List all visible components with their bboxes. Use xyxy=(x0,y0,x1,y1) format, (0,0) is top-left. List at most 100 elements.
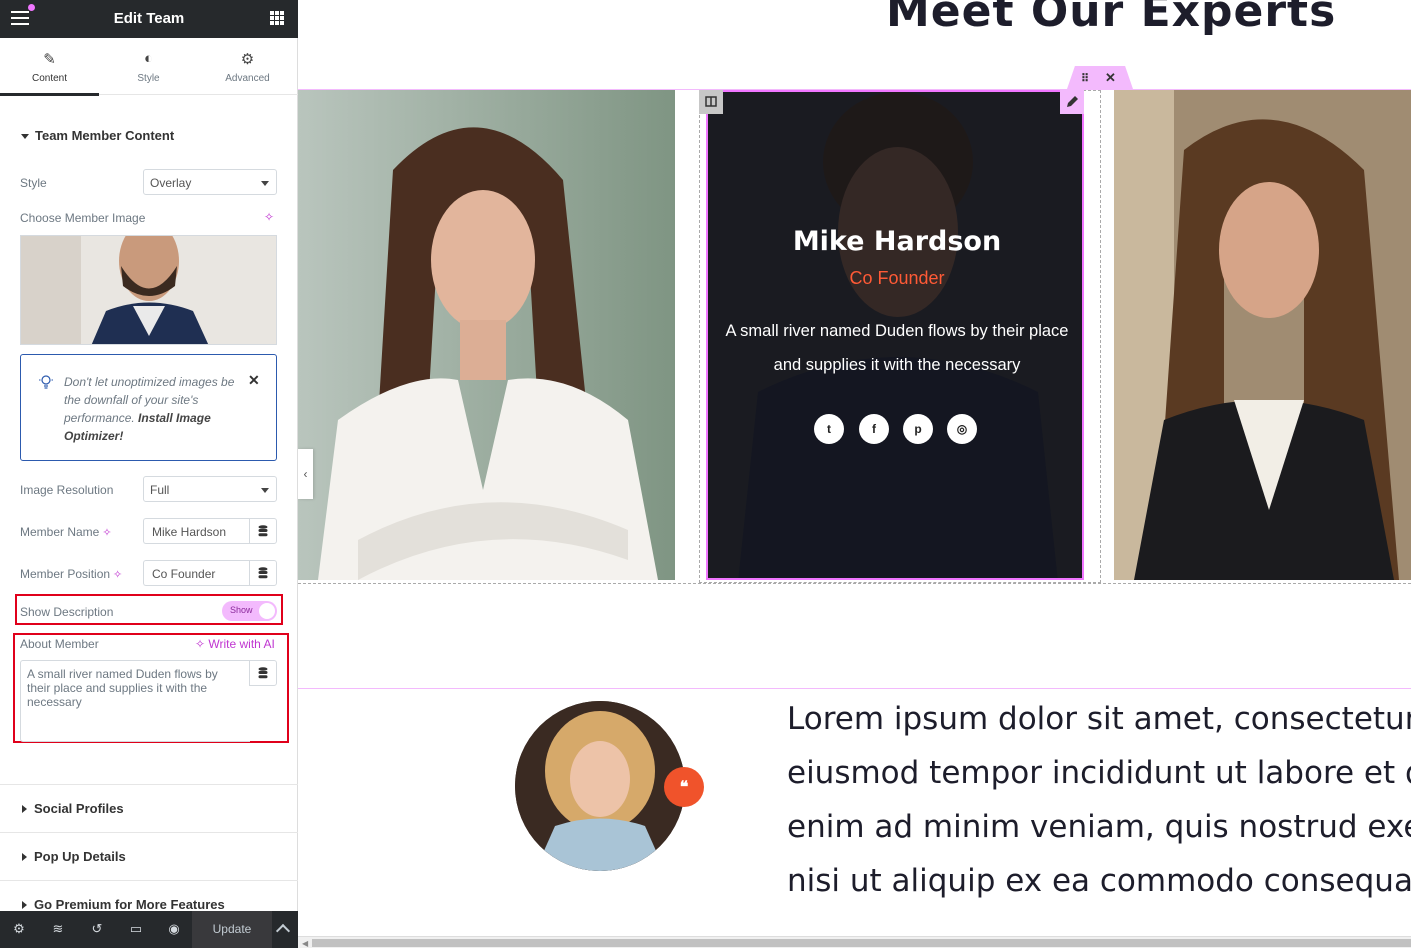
testimonial-line: eiusmod tempor incididunt ut labore et d… xyxy=(787,755,1411,791)
member-position-label-text: Member Position xyxy=(20,567,111,581)
resolution-select-value: Full xyxy=(150,483,170,497)
dynamic-tags-button[interactable] xyxy=(249,560,277,586)
section-title: Social Profiles xyxy=(34,801,124,816)
resolution-select[interactable]: Full xyxy=(143,476,277,502)
panel-tabs: ✎ Content ◐ Style ⚙ Advanced xyxy=(0,38,298,96)
section-toolbar[interactable]: ⠿ ✕ xyxy=(1067,66,1133,89)
lightbulb-icon xyxy=(39,375,53,389)
testimonial-line: nisi ut aliquip ex ea commodo consequat. xyxy=(787,863,1411,899)
blonde-woman-photo xyxy=(515,701,685,871)
write-with-ai-button[interactable]: ✧ Write with AI xyxy=(195,637,275,651)
tab-content-label: Content xyxy=(31,73,68,84)
section-title: Pop Up Details xyxy=(34,849,126,864)
toggle-knob xyxy=(259,603,275,619)
image-optimizer-notice: Don't let unoptimized images be the down… xyxy=(20,354,277,461)
close-icon[interactable]: ✕ xyxy=(1105,70,1116,86)
panel-header: Edit Team xyxy=(0,0,298,38)
show-description-label: Show Description xyxy=(20,605,114,619)
woman-dark-blazer-photo xyxy=(1114,90,1411,580)
chevron-up-icon[interactable] xyxy=(275,923,291,939)
member-position-input[interactable]: Co Founder xyxy=(143,560,250,586)
section-pop-up-details[interactable]: Pop Up Details xyxy=(0,849,298,864)
widgets-grid-icon[interactable] xyxy=(270,11,284,25)
divider xyxy=(0,784,298,785)
member-name-label: Member Name ✧ xyxy=(20,525,112,539)
column-layout-icon xyxy=(705,96,717,107)
member-portrait-thumbnail xyxy=(21,236,276,344)
section-title: Team Member Content xyxy=(35,128,175,143)
quote-icon: ❝ xyxy=(664,767,704,807)
close-icon[interactable]: ✕ xyxy=(248,372,260,389)
team-member-card-featured[interactable]: Mike Hardson Co Founder A small river na… xyxy=(706,90,1084,580)
toggle-state-label: Show xyxy=(230,605,253,615)
social-links: t f p ◎ xyxy=(814,414,984,444)
style-select-value: Overlay xyxy=(150,176,192,190)
style-select[interactable]: Overlay xyxy=(143,169,277,195)
settings-icon[interactable]: ⚙ xyxy=(11,921,27,937)
dynamic-tags-button[interactable] xyxy=(249,660,277,686)
member-image-preview[interactable] xyxy=(20,235,277,345)
section-heading: Meet Our Experts xyxy=(886,0,1337,37)
ai-sparkle-icon[interactable]: ✧ xyxy=(102,527,111,539)
section-team-member-content[interactable]: Team Member Content xyxy=(0,128,298,143)
column-handle[interactable] xyxy=(699,90,723,114)
scrollbar-thumb[interactable] xyxy=(312,939,1411,947)
tab-advanced[interactable]: ⚙ Advanced xyxy=(198,38,297,95)
style-label: Style xyxy=(20,176,47,190)
ai-sparkle-icon[interactable]: ✧ xyxy=(113,569,122,581)
layers-icon[interactable]: ≋ xyxy=(50,921,66,937)
editor-panel: Edit Team ✎ Content ◐ Style ⚙ Advanced T… xyxy=(0,0,298,948)
ai-sparkle-icon: ✧ xyxy=(195,637,209,651)
tab-content[interactable]: ✎ Content xyxy=(0,38,99,96)
image-label: Choose Member Image xyxy=(20,211,145,225)
team-member-card-right[interactable] xyxy=(1114,90,1411,580)
testimonial-avatar xyxy=(515,701,685,871)
collapse-panel-handle[interactable]: ‹ xyxy=(298,449,313,499)
chevron-down-icon xyxy=(261,488,269,493)
gear-icon: ⚙ xyxy=(240,51,255,68)
notice-text: Don't let unoptimized images be the down… xyxy=(64,373,244,445)
about-member-textarea[interactable]: A small river named Duden flows by their… xyxy=(20,660,250,742)
section-social-profiles[interactable]: Social Profiles xyxy=(0,801,298,816)
pinterest-icon[interactable]: p xyxy=(903,414,933,444)
scroll-left-arrow-icon[interactable]: ◀ xyxy=(302,939,308,948)
half-circle-icon: ◐ xyxy=(143,50,154,67)
database-icon xyxy=(258,667,268,679)
caret-right-icon xyxy=(22,853,27,862)
twitter-icon[interactable]: t xyxy=(814,414,844,444)
preview-eye-icon[interactable]: ◉ xyxy=(166,921,182,937)
testimonial-text: Lorem ipsum dolor sit amet, consectetur … xyxy=(787,692,1411,908)
tab-style[interactable]: ◐ Style xyxy=(99,38,198,95)
section-go-premium[interactable]: Go Premium for More Features xyxy=(0,897,298,912)
member-name-label-text: Member Name xyxy=(20,525,100,539)
edit-widget-handle[interactable] xyxy=(1060,90,1084,114)
responsive-icon[interactable]: ▭ xyxy=(128,921,144,937)
database-icon xyxy=(258,567,268,579)
about-member-label: About Member xyxy=(20,637,99,651)
divider xyxy=(0,832,298,833)
instagram-icon[interactable]: ◎ xyxy=(947,414,977,444)
tab-style-label: Style xyxy=(137,73,160,84)
panel-footer: ⚙ ≋ ↺ ▭ ◉ Update xyxy=(0,911,298,948)
caret-right-icon xyxy=(22,805,27,814)
ai-sparkle-icon[interactable]: ✧ xyxy=(264,210,274,224)
dynamic-tags-button[interactable] xyxy=(249,518,277,544)
horizontal-scrollbar[interactable]: ◀ xyxy=(298,936,1411,948)
team-member-card-left[interactable] xyxy=(298,90,675,580)
resolution-label: Image Resolution xyxy=(20,483,114,497)
database-icon xyxy=(258,525,268,537)
section-outline xyxy=(298,688,1411,689)
show-description-toggle[interactable]: Show xyxy=(222,601,277,621)
member-description: A small river named Duden flows by their… xyxy=(725,322,1069,374)
facebook-icon[interactable]: f xyxy=(859,414,889,444)
testimonial-line: Lorem ipsum dolor sit amet, consectetur … xyxy=(787,701,1411,737)
member-name-input[interactable]: Mike Hardson xyxy=(143,518,250,544)
section-title: Go Premium for More Features xyxy=(34,897,225,912)
panel-title: Edit Team xyxy=(113,10,185,27)
column-outline-bottom xyxy=(298,583,1411,584)
caret-right-icon xyxy=(22,901,27,910)
drag-handle-icon[interactable]: ⠿ xyxy=(1081,72,1089,85)
history-icon[interactable]: ↺ xyxy=(89,921,105,937)
update-button[interactable]: Update xyxy=(192,911,272,948)
member-position-label: Member Position ✧ xyxy=(20,567,122,581)
